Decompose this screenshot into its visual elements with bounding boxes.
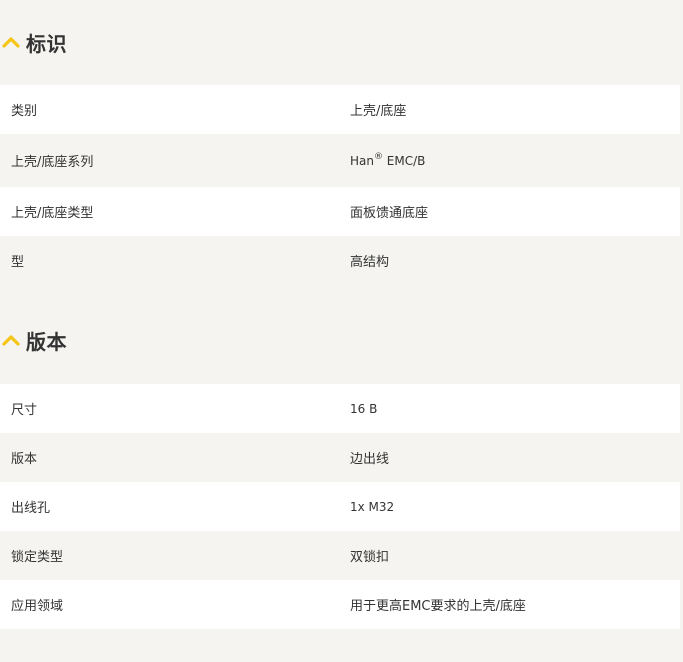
section-version: 版本: [0, 320, 683, 360]
spec-value: 面板馈通底座: [350, 206, 429, 221]
table-row: 出线孔 1x M32: [0, 482, 680, 531]
spec-table-version: 尺寸 16 B 版本 边出线 出线孔 1x M32 锁定类型 双锁扣 应用领域 …: [0, 384, 680, 629]
table-row: 应用领域 用于更高EMC要求的上壳/底座: [0, 580, 680, 629]
table-row: 尺寸 16 B: [0, 384, 680, 433]
spec-label: 上壳/底座系列: [11, 155, 94, 170]
section-title: 版本: [26, 329, 67, 354]
spec-value: 高结构: [350, 255, 390, 270]
section-header-identification[interactable]: 标识: [0, 22, 683, 62]
table-row: 型 高结构: [0, 236, 680, 285]
section-title: 标识: [26, 31, 67, 56]
table-row: 锁定类型 双锁扣: [0, 531, 680, 580]
spec-label: 应用领域: [11, 599, 64, 614]
spec-value: 边出线: [350, 452, 390, 467]
spec-value: Han® EMC/B: [340, 151, 680, 168]
spec-value-main: Han: [350, 153, 374, 168]
spec-value: 用于更高EMC要求的上壳/底座: [350, 599, 526, 614]
chevron-up-icon: [2, 37, 20, 48]
chevron-up-icon: [2, 335, 20, 346]
table-row: 版本 边出线: [0, 433, 680, 482]
spec-label: 锁定类型: [11, 550, 64, 565]
spec-label: 类别: [11, 104, 38, 119]
spec-label: 上壳/底座类型: [11, 206, 94, 221]
spec-label: 出线孔: [11, 501, 51, 516]
spec-table-identification: 类别 上壳/底座 上壳/底座系列 Han® EMC/B 上壳/底座类型 面板馈通…: [0, 85, 680, 285]
spec-value: 1x M32: [350, 499, 395, 514]
spec-label: 版本: [11, 452, 38, 467]
registered-mark: ®: [373, 151, 383, 162]
spec-label: 尺寸: [11, 403, 38, 418]
spec-value: 双锁扣: [350, 550, 390, 565]
section-identification: 标识: [0, 22, 683, 62]
spec-label: 型: [11, 255, 25, 270]
spec-value: 16 B: [350, 401, 378, 416]
section-header-version[interactable]: 版本: [0, 320, 683, 360]
table-row: 类别 上壳/底座: [0, 85, 680, 134]
table-row: 上壳/底座类型 面板馈通底座: [0, 187, 680, 236]
spec-value-rest: EMC/B: [382, 153, 426, 168]
spec-value: 上壳/底座: [350, 104, 407, 119]
table-row: 上壳/底座系列 Han® EMC/B: [0, 134, 680, 187]
